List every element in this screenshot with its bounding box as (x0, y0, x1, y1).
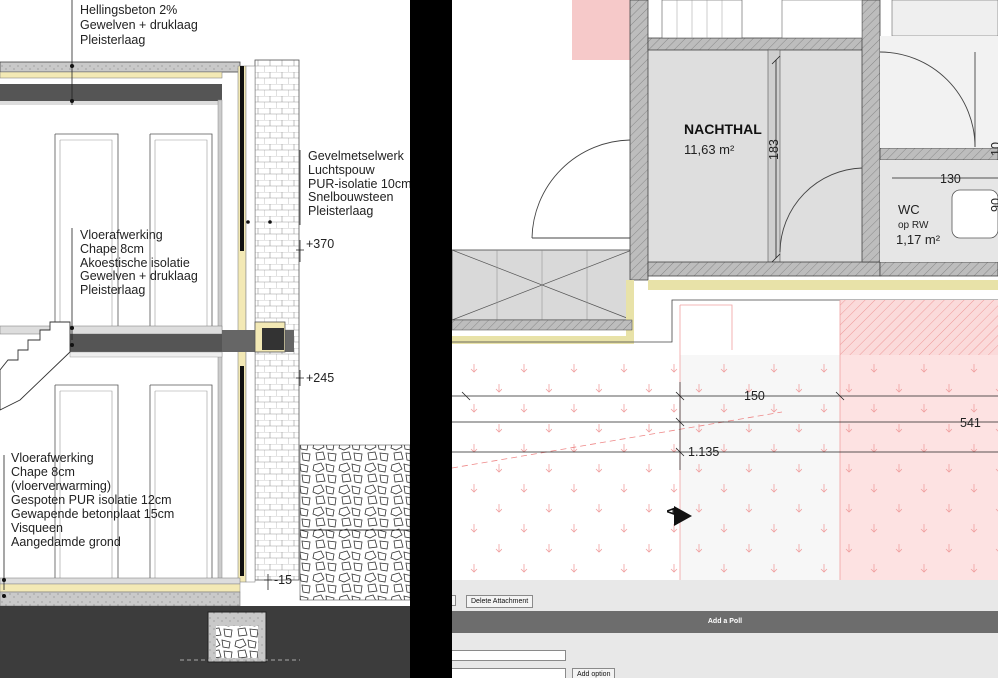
floor-plan-canvas: A NACHTHAL 11,63 m² WC op RW 1,17 m² 183… (452, 0, 998, 580)
dim-10: 10 (989, 142, 998, 156)
level-370: +370 (306, 237, 334, 251)
upper-label-2: Pleisterlaag (80, 33, 145, 47)
level-245: +245 (306, 371, 334, 385)
facade-label-3: Snelbouwsteen (308, 190, 394, 204)
forum-post-form: Delete Attachment Add a Poll Add option (452, 580, 998, 678)
dim-183: 183 (767, 139, 781, 160)
lower-label-5: Visqueen (11, 521, 63, 535)
facade-label-1: Luchtspouw (308, 163, 376, 177)
attachment-button-partial[interactable] (452, 595, 456, 606)
dim-150: 150 (744, 389, 765, 403)
lower-label-2: (vloerverwarming) (11, 479, 111, 493)
section-drawing-canvas: Hellingsbeton 2% Gewelven + druklaag Ple… (0, 0, 410, 678)
room-wc-sub: op RW (898, 220, 929, 231)
upper-label-1: Gewelven + druklaag (80, 18, 198, 32)
middle-label-0: Vloerafwerking (80, 228, 163, 242)
lower-label-1: Chape 8cm (11, 465, 75, 479)
poll-option-input[interactable] (452, 668, 566, 678)
lower-label-0: Vloerafwerking (11, 451, 94, 465)
facade-label-2: PUR-isolatie 10cm (308, 177, 410, 191)
middle-label-1: Chape 8cm (80, 242, 144, 256)
room-wc-area: 1,17 m² (896, 232, 941, 247)
dim-130: 130 (940, 172, 961, 186)
middle-label-4: Pleisterlaag (80, 283, 145, 297)
floor-plan-window[interactable]: A NACHTHAL 11,63 m² WC op RW 1,17 m² 183… (452, 0, 998, 580)
upper-label-0: Hellingsbeton 2% (80, 3, 177, 17)
room-wc-name: WC (898, 202, 920, 217)
section-drawing-window[interactable]: Hellingsbeton 2% Gewelven + druklaag Ple… (0, 0, 410, 678)
middle-label-2: Akoestische isolatie (80, 256, 190, 270)
dim-541: 541 (960, 416, 981, 430)
add-poll-header[interactable]: Add a Poll (452, 611, 998, 633)
poll-question-input[interactable] (452, 650, 566, 661)
room-nachthal-name: NACHTHAL (684, 121, 762, 137)
lower-label-4: Gewapende betonplaat 15cm (11, 507, 174, 521)
level-minus15: -15 (274, 573, 292, 587)
dim-90: 90 (989, 198, 998, 212)
facade-label-0: Gevelmetselwerk (308, 149, 405, 163)
lower-label-6: Aangedamde grond (11, 535, 121, 549)
svg-text:A: A (664, 506, 679, 516)
lower-label-3: Gespoten PUR isolatie 12cm (11, 493, 172, 507)
add-option-button[interactable]: Add option (572, 668, 616, 678)
middle-label-3: Gewelven + druklaag (80, 269, 198, 283)
facade-label-4: Pleisterlaag (308, 204, 373, 218)
room-nachthal-area: 11,63 m² (684, 142, 735, 157)
delete-attachment-button[interactable]: Delete Attachment (466, 595, 534, 608)
dim-1135: 1.135 (688, 445, 719, 459)
